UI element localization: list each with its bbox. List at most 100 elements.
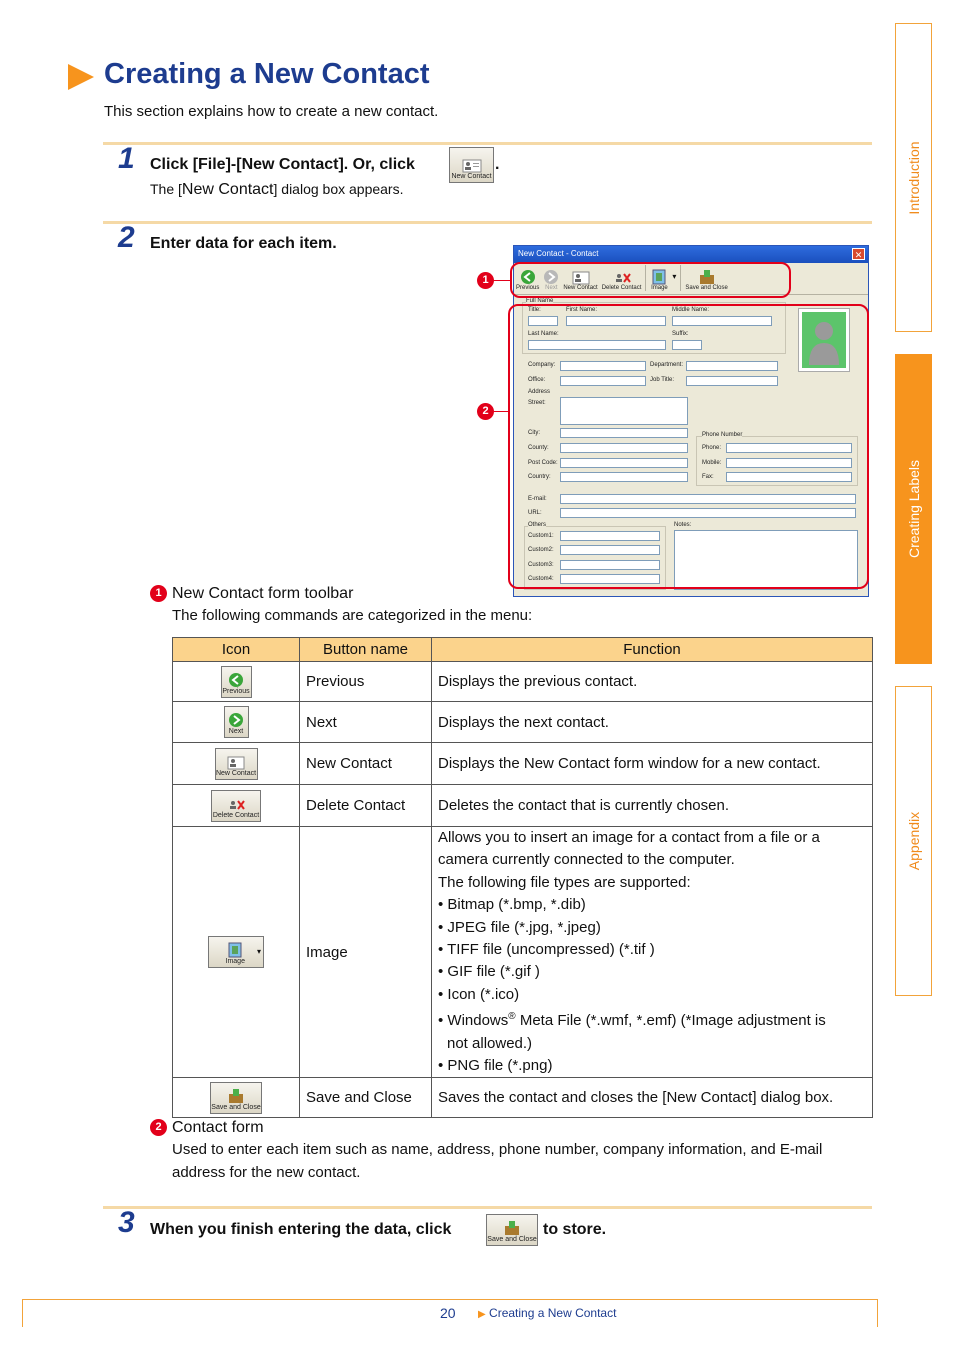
- table-cell-function: Allows you to insert an image for a cont…: [431, 825, 873, 1079]
- function-line: • TIFF file (uncompressed) (*.tif ): [438, 941, 655, 959]
- step-1-period: .: [495, 156, 500, 173]
- table-cell-icon: Previous: [172, 661, 300, 702]
- function-line: • GIF file (*.gif ): [438, 963, 540, 981]
- table-row: Previous Previous Displays the previous …: [172, 661, 873, 702]
- function-line: • PNG file (*.png): [438, 1057, 553, 1075]
- tab-introduction[interactable]: Introduction: [895, 23, 932, 332]
- save-and-close-table-button: Save and Close: [210, 1081, 262, 1114]
- tab-appendix-label: Appendix: [905, 811, 922, 871]
- step-2-text: Enter data for each item.: [150, 235, 337, 252]
- windows-rest: Meta File (*.wmf, *.emf) (*Image adjustm…: [515, 1012, 826, 1030]
- step-3-after: to store.: [543, 1221, 607, 1238]
- table-cell-name: Next: [299, 701, 432, 743]
- table-cell-name: Save and Close: [299, 1077, 432, 1119]
- toolbar-section-heading: New Contact form toolbar: [172, 585, 354, 602]
- footer-link-label: Creating a New Contact: [489, 1306, 617, 1320]
- table-row: Delete Contact Delete Contact Deletes th…: [172, 784, 873, 827]
- step-2-number: 2: [118, 221, 135, 254]
- function-line: • JPEG file (*.jpg, *.jpeg): [438, 918, 601, 936]
- save-and-close-inline-button[interactable]: Save and Close: [486, 1214, 538, 1246]
- image-table-button-main: Image: [226, 942, 245, 966]
- step-1-sub-name: New Contact: [181, 181, 274, 198]
- table-header-icon: Icon: [172, 637, 300, 662]
- page-title: Creating a New Contact: [104, 58, 430, 90]
- registered-mark: ®: [508, 1011, 516, 1023]
- contact-form-highlight: [508, 304, 869, 589]
- step-1-text: Click [File]-[New Contact]. Or, click: [150, 156, 415, 173]
- contact-form-heading: Contact form: [172, 1119, 264, 1136]
- function-line: The following file types are supported:: [438, 873, 691, 891]
- toolbar-commands-table: Icon Button name Function Previous Previ…: [172, 637, 873, 1119]
- contact-form-line-1: Used to enter each item such as name, ad…: [172, 1141, 823, 1158]
- step-1-sub-post: ] dialog box appears.: [273, 181, 404, 197]
- contact-form-line-2: address for the new contact.: [172, 1164, 361, 1181]
- toolbar-highlight: [510, 262, 791, 298]
- table-row: Image ▾ Image Allows you to insert an im…: [172, 825, 873, 1079]
- table-cell-name: New Contact: [299, 742, 432, 785]
- function-line: • Icon (*.ico): [438, 985, 520, 1003]
- table-row: Next Next Displays the next contact.: [172, 701, 873, 743]
- previous-icon-label: Previous: [222, 687, 250, 695]
- function-line: • Bitmap (*.bmp, *.dib): [438, 896, 586, 914]
- table-cell-function: Saves the contact and closes the [New Co…: [431, 1077, 873, 1119]
- new-contact-inline-label: New Contact: [451, 173, 492, 180]
- new-contact-icon: [462, 159, 481, 173]
- tab-creating-labels[interactable]: Creating Labels: [895, 354, 932, 664]
- table-header-function: Function: [431, 637, 873, 662]
- callout-2-leader: [494, 411, 508, 412]
- image-icon: [228, 942, 242, 958]
- delete-contact-icon-label: Delete Contact: [212, 811, 260, 819]
- table-cell-name: Image: [299, 825, 432, 1079]
- next-icon: [229, 713, 243, 727]
- table-cell-icon: Image ▾: [172, 825, 300, 1079]
- delete-contact-icon: [230, 799, 245, 810]
- save-and-close-inline-label: Save and Close: [487, 1236, 537, 1243]
- table-cell-function: Displays the previous contact.: [431, 661, 873, 702]
- table-cell-icon: Delete Contact: [172, 784, 300, 827]
- save-and-close-icon-label: Save and Close: [211, 1103, 261, 1111]
- function-line-windows: • Windows® Meta File (*.wmf, *.emf) (*Im…: [438, 1006, 866, 1032]
- table-cell-icon: New Contact: [172, 742, 300, 785]
- step-3-text: When you finish entering the data, click: [150, 1221, 452, 1238]
- delete-contact-table-button: Delete Contact: [211, 789, 261, 822]
- step-1-number: 1: [118, 142, 135, 175]
- previous-table-button: Previous: [220, 665, 252, 698]
- tab-appendix[interactable]: Appendix: [895, 686, 932, 996]
- contact-form-section-marker: 2: [150, 1119, 167, 1136]
- table-header-row: Icon Button name Function: [172, 637, 873, 662]
- table-cell-icon: Next: [172, 701, 300, 743]
- function-line: camera currently connected to the comput…: [438, 851, 735, 869]
- tab-introduction-label: Introduction: [905, 140, 922, 215]
- intro-text: This section explains how to create a ne…: [104, 103, 439, 120]
- previous-icon: [229, 672, 243, 687]
- next-table-button: Next: [223, 706, 249, 738]
- table-row: Save and Close Save and Close Saves the …: [172, 1077, 873, 1119]
- table-row: New Contact New Contact Displays the New…: [172, 742, 873, 785]
- chevron-down-icon: ▾: [256, 947, 261, 957]
- toolbar-section-marker: 1: [150, 585, 167, 602]
- new-contact-icon-label: New Contact: [215, 769, 257, 777]
- step-1-sub: The [New Contact] dialog box appears.: [150, 181, 403, 199]
- step-1-sub-pre: The [: [150, 181, 182, 197]
- close-icon[interactable]: ✕: [852, 248, 865, 260]
- callout-2: 2: [477, 403, 494, 420]
- table-cell-name: Previous: [299, 661, 432, 702]
- table-cell-name: Delete Contact: [299, 784, 432, 827]
- image-table-button: Image ▾: [208, 936, 264, 969]
- tab-creating-labels-label: Creating Labels: [905, 459, 922, 559]
- step-divider: [103, 221, 872, 224]
- table-cell-function: Displays the New Contact form window for…: [431, 742, 873, 785]
- table-header-button-name: Button name: [299, 637, 432, 662]
- toolbar-section-sub: The following commands are categorized i…: [172, 607, 533, 624]
- dialog-title: New Contact - Contact: [518, 249, 599, 258]
- function-line: Allows you to insert an image for a cont…: [438, 829, 820, 846]
- page-number: 20: [440, 1305, 456, 1321]
- table-cell-function: Displays the next contact.: [431, 701, 873, 743]
- next-icon-label: Next: [228, 728, 244, 735]
- step-3-number: 3: [118, 1206, 135, 1239]
- new-contact-inline-button[interactable]: New Contact: [449, 147, 494, 183]
- footer-section-link[interactable]: ▶ Creating a New Contact: [478, 1306, 616, 1320]
- save-and-close-icon: [505, 1221, 519, 1235]
- callout-1-leader: [494, 280, 510, 281]
- function-line: not allowed.): [447, 1034, 533, 1052]
